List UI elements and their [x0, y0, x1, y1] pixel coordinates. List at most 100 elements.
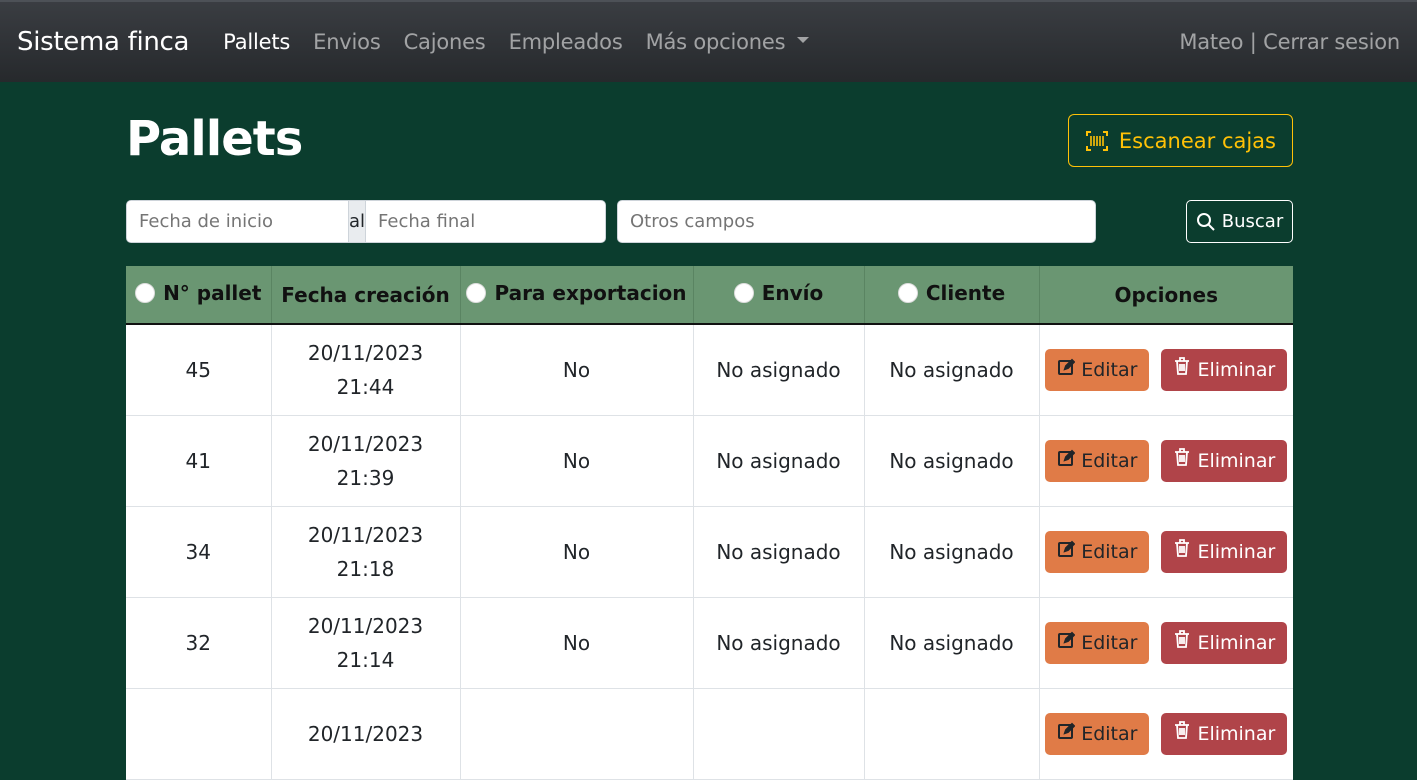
edit-icon	[1057, 717, 1076, 751]
cell-export	[460, 688, 694, 780]
cell-pallet-id	[126, 688, 272, 780]
delete-label: Eliminar	[1197, 358, 1276, 381]
cell-date-day: 20/11/2023	[307, 340, 424, 365]
delete-button[interactable]: Eliminar	[1161, 712, 1288, 755]
delete-label: Eliminar	[1197, 540, 1276, 563]
edit-label: Editar	[1081, 449, 1138, 472]
search-button[interactable]: Buscar	[1186, 200, 1293, 243]
col-header-label: Opciones	[1114, 282, 1218, 307]
cell-pallet-id: 45	[126, 324, 272, 416]
nav-links: Pallets Envios Cajones Empleados Más opc…	[223, 30, 1179, 54]
cell-envio	[693, 688, 865, 780]
edit-button[interactable]: Editar	[1045, 621, 1150, 664]
cell-export: No	[460, 597, 694, 689]
col-header-cliente[interactable]: Cliente	[864, 266, 1040, 325]
chevron-down-icon	[797, 37, 810, 43]
cell-date-day: 20/11/2023	[307, 522, 424, 547]
scan-boxes-label: Escanear cajas	[1118, 128, 1276, 153]
trash-icon	[1173, 444, 1191, 478]
row-actions: Editar Eliminar	[1040, 621, 1294, 664]
trash-icon	[1173, 626, 1191, 660]
cell-envio: No asignado	[693, 506, 865, 598]
cell-pallet-id: 34	[126, 506, 272, 598]
edit-button[interactable]: Editar	[1045, 712, 1150, 755]
cell-export: No	[460, 324, 694, 416]
edit-button[interactable]: Editar	[1045, 348, 1150, 391]
cell-envio: No asignado	[693, 415, 865, 507]
nav-empleados[interactable]: Empleados	[509, 30, 623, 54]
delete-button[interactable]: Eliminar	[1161, 621, 1288, 664]
search-button-label: Buscar	[1221, 211, 1284, 232]
scan-boxes-button[interactable]: Escanear cajas	[1067, 114, 1293, 167]
cell-cliente: No asignado	[864, 506, 1040, 598]
cell-options: Editar Eliminar	[1039, 688, 1294, 780]
cell-date-time: 21:44	[336, 374, 395, 399]
edit-label: Editar	[1081, 722, 1138, 745]
delete-label: Eliminar	[1197, 449, 1276, 472]
brand[interactable]: Sistema finca	[17, 27, 189, 57]
col-header-envio[interactable]: Envío	[693, 266, 865, 325]
row-actions: Editar Eliminar	[1040, 712, 1294, 755]
start-date-input[interactable]	[127, 201, 348, 242]
cell-date-day: 20/11/2023	[307, 613, 424, 638]
delete-button[interactable]: Eliminar	[1161, 530, 1288, 573]
top-navbar: Sistema finca Pallets Envios Cajones Emp…	[0, 0, 1417, 82]
nav-envios[interactable]: Envios	[313, 30, 381, 54]
table-row: 32 20/11/2023 21:14 No No asignado No asignad…	[126, 597, 1294, 689]
cell-date: 20/11/2023 21:39	[271, 415, 461, 507]
sort-radio[interactable]	[733, 283, 754, 303]
col-header-label: Para exportacion	[494, 281, 687, 305]
cell-options: Editar Eliminar	[1039, 597, 1294, 689]
cell-pallet-id: 32	[126, 597, 272, 689]
cell-date-time: 21:14	[336, 647, 395, 672]
cell-date-time: 21:18	[336, 556, 395, 581]
edit-button[interactable]: Editar	[1045, 439, 1150, 482]
end-date-input[interactable]	[366, 201, 605, 242]
nav-cajones[interactable]: Cajones	[404, 30, 486, 54]
col-header-export[interactable]: Para exportacion	[460, 266, 694, 325]
trash-icon	[1173, 717, 1191, 751]
sort-radio[interactable]	[466, 283, 487, 303]
nav-more-options[interactable]: Más opciones	[646, 30, 810, 54]
user-logout-link[interactable]: Mateo | Cerrar sesion	[1179, 30, 1400, 54]
search-bar: al Buscar	[126, 200, 1293, 243]
edit-icon	[1057, 353, 1076, 387]
cell-envio: No asignado	[693, 324, 865, 416]
delete-button[interactable]: Eliminar	[1161, 439, 1288, 482]
sort-radio[interactable]	[897, 283, 918, 303]
row-actions: Editar Eliminar	[1040, 348, 1294, 391]
cell-date: 20/11/2023 21:14	[271, 597, 461, 689]
edit-icon	[1057, 444, 1076, 478]
sort-radio[interactable]	[135, 283, 156, 303]
other-fields-input[interactable]	[617, 200, 1096, 243]
table-row: 45 20/11/2023 21:44 No No asignado No asignad…	[126, 324, 1294, 416]
edit-button[interactable]: Editar	[1045, 530, 1150, 573]
cell-cliente: No asignado	[864, 415, 1040, 507]
cell-date-day: 20/11/2023	[307, 721, 424, 746]
row-actions: Editar Eliminar	[1040, 530, 1294, 573]
col-header-pallet[interactable]: N° pallet	[126, 266, 272, 325]
cell-options: Editar Eliminar	[1039, 324, 1294, 416]
col-header-label: N° pallet	[163, 281, 262, 305]
edit-icon	[1057, 535, 1076, 569]
table-body: 45 20/11/2023 21:44 No No asignado No asignad…	[126, 324, 1294, 780]
pallets-table: N° pallet Fecha creación Para exportacio…	[126, 266, 1293, 780]
table-row: 34 20/11/2023 21:18 No No asignado No asignad…	[126, 506, 1294, 598]
barcode-scan-icon	[1085, 130, 1108, 151]
row-actions: Editar Eliminar	[1040, 439, 1294, 482]
cell-date: 20/11/2023	[271, 688, 461, 780]
cell-date: 20/11/2023 21:44	[271, 324, 461, 416]
col-header-label: Envío	[761, 281, 824, 305]
table-row: 20/11/2023 Editar Eliminar	[126, 688, 1294, 780]
cell-date: 20/11/2023 21:18	[271, 506, 461, 598]
cell-date-time: 21:39	[336, 465, 395, 490]
cell-cliente	[864, 688, 1040, 780]
delete-button[interactable]: Eliminar	[1161, 348, 1288, 391]
search-icon	[1196, 212, 1215, 231]
main-container: Pallets Escanear cajas al Buscar N° pall…	[126, 82, 1293, 780]
edit-label: Editar	[1081, 631, 1138, 654]
cell-cliente: No asignado	[864, 324, 1040, 416]
delete-label: Eliminar	[1197, 631, 1276, 654]
nav-pallets[interactable]: Pallets	[223, 30, 290, 54]
date-range-group: al	[126, 200, 606, 243]
